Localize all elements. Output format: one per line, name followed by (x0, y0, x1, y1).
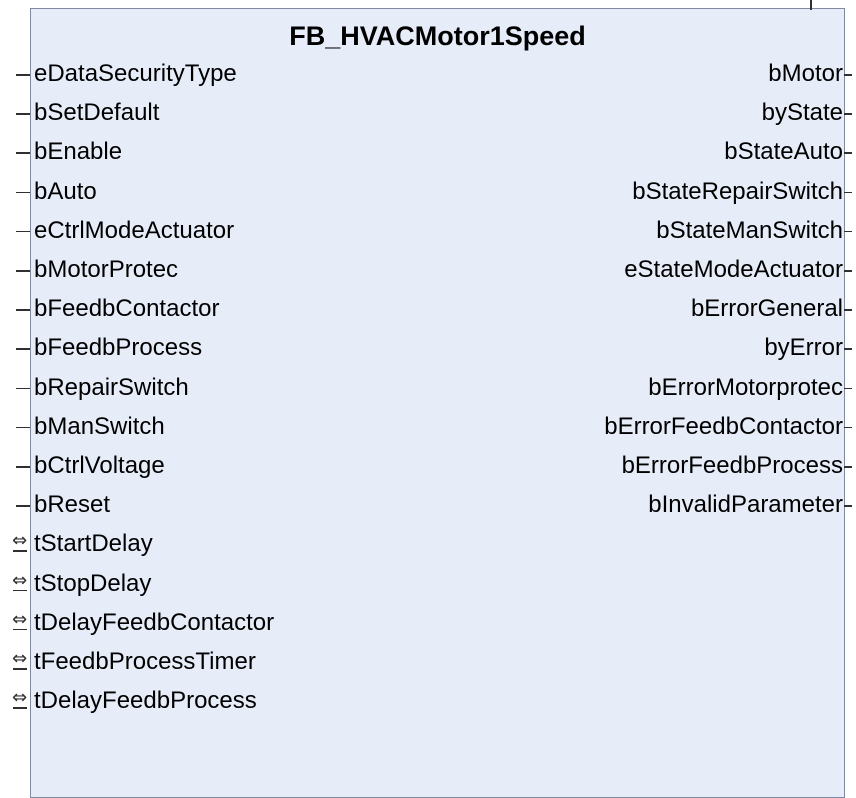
input-connector-icon (16, 505, 30, 507)
output-connector-icon (844, 466, 852, 468)
inout-underline (13, 550, 27, 552)
output-pin-label[interactable]: bMotor (768, 56, 843, 92)
input-connector-icon (16, 74, 30, 76)
output-connector-icon (844, 74, 852, 76)
output-connector-icon (844, 270, 852, 272)
input-pin-label[interactable]: bManSwitch (34, 409, 165, 445)
output-pin-label[interactable]: bErrorGeneral (691, 291, 843, 327)
function-block-title: FB_HVACMotor1Speed (289, 21, 586, 51)
input-pin-label[interactable]: bFeedbContactor (34, 291, 219, 327)
inout-underline (13, 668, 27, 670)
inout-pin-label[interactable]: tDelayFeedbContactor (34, 605, 274, 641)
output-pin-label[interactable]: byError (764, 330, 843, 366)
output-pin-label[interactable]: bStateRepairSwitch (632, 174, 843, 210)
input-connector-icon (16, 387, 30, 390)
inout-underline (13, 628, 27, 631)
input-pin-label[interactable]: bMotorProtec (34, 252, 178, 288)
input-connector-icon (16, 152, 30, 154)
output-connector-icon (844, 309, 852, 311)
double-arrow-icon: ⇔ (12, 648, 28, 669)
input-connector-icon (16, 426, 30, 429)
input-connector-icon (16, 230, 30, 233)
input-pin-label[interactable]: bSetDefault (34, 95, 159, 131)
output-connector-icon (844, 230, 852, 233)
output-connector-icon (844, 387, 852, 390)
output-connector-icon (844, 191, 852, 194)
inout-pin-label[interactable]: tStartDelay (34, 526, 153, 562)
input-pin-label[interactable]: bAuto (34, 174, 97, 210)
double-arrow-icon: ⇔ (12, 569, 28, 591)
output-connector-icon (844, 505, 852, 507)
double-arrow-icon: ⇔ (12, 530, 28, 552)
input-pin-label[interactable]: bRepairSwitch (34, 370, 189, 406)
output-pin-label[interactable]: bStateManSwitch (656, 213, 843, 249)
output-pin-label[interactable]: bErrorFeedbProcess (622, 448, 843, 484)
input-connector-icon (16, 270, 30, 272)
output-connector-icon (844, 113, 852, 115)
input-connector-icon (16, 466, 30, 468)
output-pin-label[interactable]: byState (762, 95, 843, 131)
output-connector-icon (844, 426, 852, 429)
top-edge-tick (810, 0, 812, 10)
output-pin-label[interactable]: bErrorMotorprotec (648, 370, 843, 406)
inout-pin-label[interactable]: tFeedbProcessTimer (34, 644, 256, 680)
double-arrow-icon: ⇔ (12, 687, 28, 709)
inout-underline (13, 589, 27, 592)
inout-underline (13, 707, 27, 709)
inout-pin-label[interactable]: tStopDelay (34, 566, 151, 602)
double-arrow-icon: ⇔ (12, 608, 28, 630)
inout-pin-label[interactable]: tDelayFeedbProcess (34, 683, 257, 719)
input-pin-label[interactable]: eDataSecurityType (34, 56, 237, 92)
input-pin-label[interactable]: bCtrlVoltage (34, 448, 165, 484)
input-pin-label[interactable]: bReset (34, 487, 110, 523)
input-connector-icon (16, 113, 30, 115)
input-connector-icon (16, 191, 30, 194)
output-pin-label[interactable]: bStateAuto (724, 134, 843, 170)
input-pin-label[interactable]: eCtrlModeActuator (34, 213, 234, 249)
output-connector-icon (844, 152, 852, 154)
input-pin-label[interactable]: bEnable (34, 134, 122, 170)
output-pin-label[interactable]: eStateModeActuator (624, 252, 843, 288)
output-pin-label[interactable]: bInvalidParameter (648, 487, 843, 523)
input-connector-icon (16, 348, 30, 350)
output-pin-label[interactable]: bErrorFeedbContactor (604, 409, 843, 445)
output-connector-icon (844, 348, 852, 350)
input-pin-label[interactable]: bFeedbProcess (34, 330, 202, 366)
input-connector-icon (16, 309, 30, 311)
